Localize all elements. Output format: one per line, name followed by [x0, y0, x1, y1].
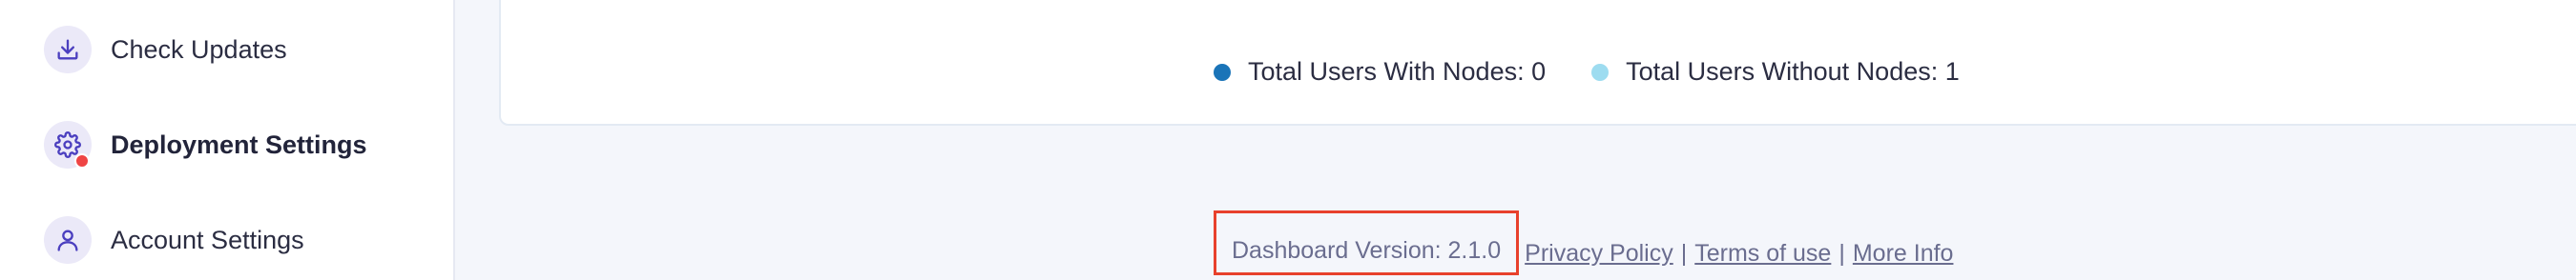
- legend-item-without-nodes[interactable]: Total Users Without Nodes: 1: [1591, 57, 1960, 87]
- footer-links: Privacy Policy | Terms of use | More Inf…: [1525, 210, 1953, 275]
- notification-dot: [74, 153, 90, 169]
- gear-icon: [44, 121, 92, 169]
- legend-marker: [1591, 63, 1610, 81]
- legend-marker: [1214, 63, 1231, 81]
- legend-label: Total Users Without Nodes: 1: [1626, 57, 1960, 86]
- terms-of-use-link[interactable]: Terms of use: [1694, 240, 1831, 268]
- version-text: Dashboard Version: 2.1.0: [1232, 237, 1502, 264]
- legend-label: Total Users With Nodes: 0: [1248, 57, 1547, 86]
- user-icon: [44, 216, 92, 264]
- footer: Dashboard Version: 2.1.0 Privacy Policy …: [1214, 210, 1953, 276]
- dashboard-version: Dashboard Version: 2.1.0: [1214, 210, 1520, 275]
- sidebar-item-deployment-settings[interactable]: Deployment Settings: [44, 118, 367, 171]
- more-info-link[interactable]: More Info: [1853, 240, 1954, 268]
- privacy-policy-link[interactable]: Privacy Policy: [1525, 240, 1673, 268]
- legend-item-with-nodes[interactable]: Total Users With Nodes: 0: [1214, 57, 1546, 87]
- sidebar-item-label: Check Updates: [111, 34, 287, 64]
- sidebar-item-label: Deployment Settings: [111, 130, 367, 159]
- sidebar-item-check-updates[interactable]: Check Updates: [44, 23, 287, 76]
- separator: |: [1839, 240, 1845, 267]
- chart-legend: Total Users With Nodes: 0 Total Users Wi…: [1214, 57, 1960, 87]
- sidebar-item-account-settings[interactable]: Account Settings: [44, 213, 304, 267]
- download-icon: [44, 26, 92, 73]
- sidebar: Check Updates Deployment Settings Accoun…: [0, 0, 455, 280]
- sidebar-item-label: Account Settings: [111, 225, 304, 254]
- app: Check Updates Deployment Settings Accoun…: [0, 0, 2576, 280]
- separator: |: [1680, 240, 1688, 267]
